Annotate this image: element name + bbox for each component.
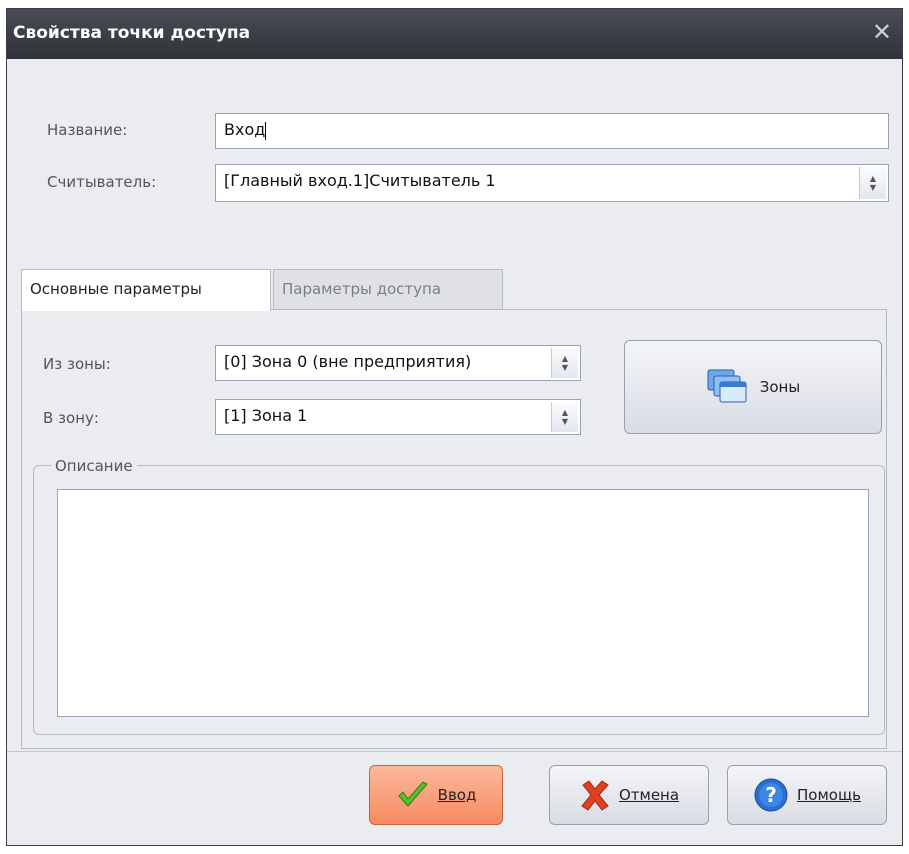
from-zone-label: Из зоны: [43,355,111,373]
text-cursor [265,121,267,140]
to-zone-select[interactable]: [1] Зона 1 ▲ ▼ [215,399,581,435]
dialog-title: Свойства точки доступа [13,23,251,43]
question-circle-icon: ? [754,778,788,812]
reader-select[interactable]: [Главный вход.1]Считыватель 1 ▲ ▼ [215,164,889,202]
reader-label: Считыватель: [47,173,157,191]
title-bar[interactable]: Свойства точки доступа ✕ [7,9,902,59]
spin-updown-icon[interactable]: ▲ ▼ [859,167,886,199]
spin-updown-icon[interactable]: ▲ ▼ [551,348,578,378]
description-textarea[interactable] [57,489,869,717]
help-button[interactable]: ? Помощь [727,765,887,825]
cancel-button[interactable]: Отмена [549,765,709,825]
name-input[interactable]: Вход [215,113,889,149]
cancel-button-label: Отмена [618,786,680,804]
zones-button[interactable]: Зоны [624,340,882,434]
zones-button-label: Зоны [759,378,801,396]
name-label: Название: [47,121,128,139]
reader-select-value: [Главный вход.1]Считыватель 1 [224,171,496,190]
to-zone-label: В зону: [43,409,99,427]
from-zone-select[interactable]: [0] Зона 0 (вне предприятия) ▲ ▼ [215,345,581,381]
tab-main-parameters[interactable]: Основные параметры [21,269,271,311]
tab-label: Основные параметры [30,280,202,298]
description-title: Описание [51,457,137,475]
windows-stack-icon [707,369,747,403]
help-button-label: Помощь [797,786,861,804]
ok-button-label: Ввод [437,786,477,804]
name-input-value: Вход [224,120,266,139]
close-icon[interactable]: ✕ [872,19,892,45]
spin-updown-icon[interactable]: ▲ ▼ [551,402,578,432]
footer-divider [7,751,902,752]
ok-button[interactable]: Ввод [369,765,503,825]
dialog-window: Свойства точки доступа ✕ Название: Вход … [6,8,903,846]
red-x-icon [581,780,609,811]
tab-label: Параметры доступа [282,280,442,298]
to-zone-value: [1] Зона 1 [224,406,308,425]
green-check-icon [397,781,428,807]
tab-access-parameters[interactable]: Параметры доступа [273,269,503,309]
from-zone-value: [0] Зона 0 (вне предприятия) [224,352,472,371]
svg-text:?: ? [765,783,777,807]
